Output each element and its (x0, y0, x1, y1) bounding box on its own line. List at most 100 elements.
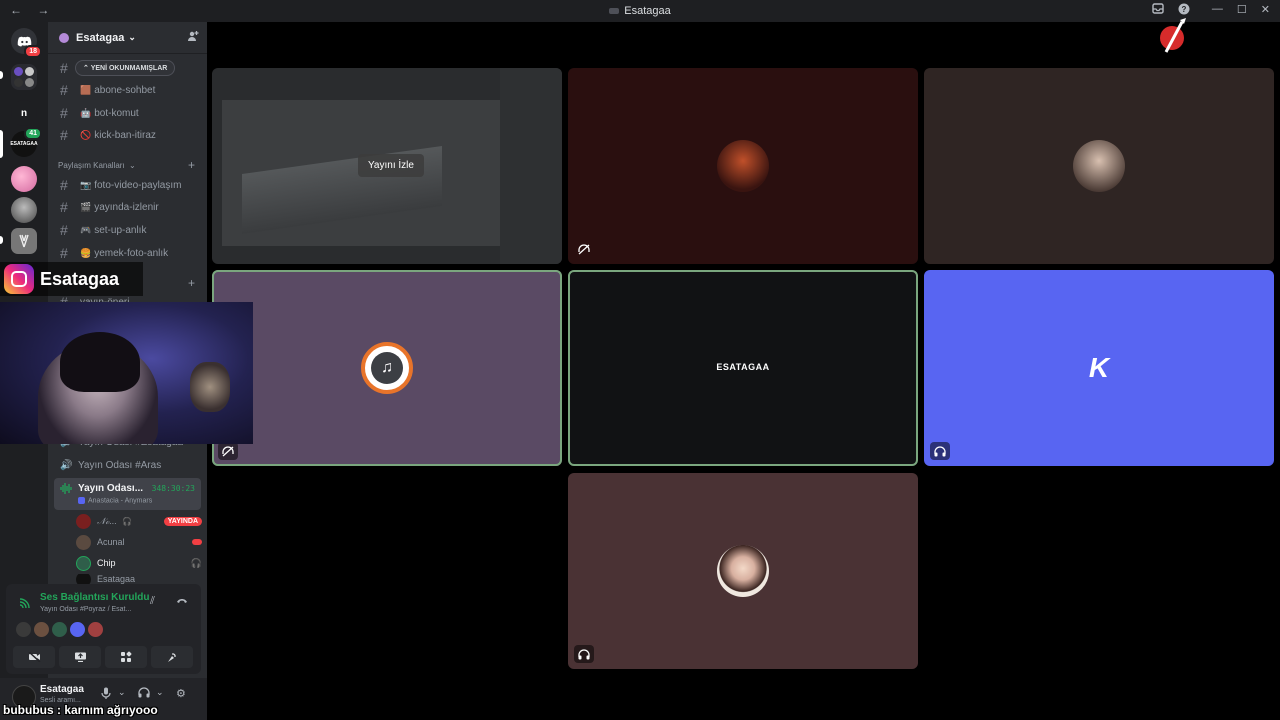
participant-tile[interactable] (924, 68, 1274, 264)
unread-pill-indicator (0, 236, 3, 244)
voice-channel-name: Yayın Odası... (78, 483, 144, 494)
avatar[interactable] (16, 622, 31, 637)
category-share-channels[interactable]: Paylaşım Kanalları ⌄ (58, 161, 136, 170)
voice-channel-aras[interactable]: 🔊 Yayın Odası #Aras (54, 455, 202, 475)
channel-name: set-up-anlık (94, 224, 147, 236)
window-title-text: Esatagaa (624, 5, 671, 17)
selected-server-indicator (0, 130, 3, 158)
chevron-down-icon[interactable]: ⌄ (118, 687, 126, 698)
disconnect-icon[interactable] (176, 595, 188, 607)
active-voice-channel[interactable]: Yayın Odası... 348:30:23 Anastacia - Any… (54, 478, 201, 510)
voice-count-badge: 41 (24, 127, 42, 140)
hashtag-icon: # (60, 199, 68, 215)
channel-emoji: 📷 (80, 179, 92, 190)
soundboard-button[interactable] (151, 646, 193, 668)
maximize-button[interactable]: ☐ (1237, 3, 1247, 16)
server-n-icon: n (20, 107, 28, 119)
category-name: Paylaşım Kanalları (58, 161, 125, 170)
headphones-icon[interactable] (138, 687, 150, 701)
noise-suppression-icon[interactable]: ⫽ (150, 595, 155, 608)
avatar[interactable] (88, 622, 103, 637)
voice-participants (16, 622, 103, 637)
channel-emoji: 🟫 (80, 84, 92, 95)
invite-people-icon[interactable] (187, 30, 199, 45)
chevron-up-icon: ⌃ (83, 65, 89, 72)
voice-activity-status: Anastacia - Anymars (78, 497, 152, 504)
voice-user[interactable]: Esatagaa (76, 574, 202, 584)
channel-name: yemek-foto-anlık (94, 247, 169, 259)
avatar[interactable] (70, 622, 85, 637)
hashtag-icon: # (60, 127, 68, 143)
channel-yemek-foto[interactable]: # 🍔 yemek-foto-anlık (54, 243, 202, 263)
voice-channel-name: Yayın Odası #Aras (78, 459, 162, 471)
channel-emoji: 🍔 (80, 247, 92, 258)
server-header[interactable]: Esatagaa ⌄ (48, 22, 207, 54)
channel-name: foto-video-paylaşım (94, 179, 182, 191)
voice-status[interactable]: Ses Bağlantısı Kuruldu (40, 592, 149, 603)
server-n[interactable]: n (11, 100, 37, 126)
discord-home-button[interactable]: 18 (11, 28, 42, 58)
signal-strength-icon[interactable] (19, 597, 31, 612)
settings-gear-icon[interactable]: ⚙ (176, 687, 186, 700)
channel-abone-sohbet[interactable]: # 🟫 abone-sohbet (54, 80, 202, 100)
participant-name-logo: ESATAGAA (716, 362, 770, 372)
screen-share-icon (74, 652, 86, 662)
avatar[interactable] (34, 622, 49, 637)
microphone-icon[interactable] (101, 687, 111, 702)
activities-icon (121, 651, 132, 662)
username[interactable]: Esatagaa (40, 684, 84, 695)
svg-text:?: ? (1182, 5, 1187, 14)
channel-foto-video[interactable]: # 📷 foto-video-paylaşım (54, 175, 202, 195)
live-indicator-icon (192, 539, 202, 545)
brand-logo (1160, 18, 1186, 53)
avatar[interactable] (52, 622, 67, 637)
server-anime-icon[interactable] (11, 166, 37, 192)
new-unreads-pill[interactable]: ⌃ YENİ OKUNMAMIŞLAR (75, 60, 176, 76)
hashtag-icon: # (60, 60, 68, 76)
voice-user[interactable]: Acunal (76, 532, 202, 552)
chat-overlay-message: bububus : karnım ağrıyooo (3, 703, 158, 717)
watch-stream-button[interactable]: Yayını İzle (358, 154, 424, 177)
server-esatagaa[interactable]: ESATAGAA 41 (10, 127, 42, 157)
voice-elapsed-time: 348:30:23 (151, 484, 195, 493)
hashtag-icon: # (60, 105, 68, 121)
channel-yayinda-izlenir[interactable]: # 🎬 yayında-izlenir (54, 197, 202, 217)
server-x-glyph (19, 234, 29, 248)
voice-channel-path[interactable]: Yayın Odası #Poyraz / Esat... (40, 606, 131, 613)
channel-bot-komut[interactable]: # 🤖 bot-komut (54, 103, 202, 123)
create-channel-icon[interactable]: + (188, 276, 195, 290)
channel-emoji: 🎮 (80, 224, 92, 235)
voice-user[interactable]: 𝒩ℴ... 🎧 YAYINDA (76, 511, 202, 531)
participant-tile[interactable]: ♫ (212, 270, 562, 466)
participant-tile[interactable] (568, 68, 918, 264)
create-channel-icon[interactable]: + (188, 158, 195, 172)
stream-tile[interactable]: Yayını İzle (212, 68, 562, 264)
title-bar: ← → Esatagaa ? — ☐ ✕ (0, 0, 1280, 22)
camera-toggle-button[interactable] (13, 646, 55, 668)
mention-badge: 18 (24, 45, 42, 58)
k-logo: K (1088, 352, 1110, 383)
channel-kick-ban-itiraz[interactable]: # 🚫 kick-ban-itiraz (54, 125, 202, 145)
activities-button[interactable] (105, 646, 147, 668)
voice-user-name: Acunal (97, 537, 125, 547)
voice-user[interactable]: Chip 🎧 (76, 553, 202, 573)
instagram-overlay: Esatagaa (0, 262, 143, 296)
minimize-button[interactable]: — (1212, 3, 1223, 16)
participant-tile[interactable]: K (924, 270, 1274, 466)
voice-connection-panel: Ses Bağlantısı Kuruldu Yayın Odası #Poyr… (6, 584, 201, 674)
server-character-icon[interactable] (11, 197, 37, 223)
server-x-icon[interactable] (11, 228, 37, 254)
hashtag-icon: # (60, 245, 68, 261)
channel-set-up-anlik[interactable]: # 🎮 set-up-anlık (54, 220, 202, 240)
unread-pill-indicator (0, 71, 3, 79)
server-group-folder[interactable] (11, 64, 37, 90)
channel-name: kick-ban-itiraz (94, 129, 156, 141)
instagram-handle: Esatagaa (40, 268, 120, 289)
screen-share-button[interactable] (59, 646, 101, 668)
participant-tile[interactable] (568, 473, 918, 669)
instagram-icon (4, 264, 34, 294)
chevron-down-icon[interactable]: ⌄ (156, 687, 164, 698)
participant-tile[interactable]: ESATAGAA (568, 270, 918, 466)
channel-name: abone-sohbet (94, 84, 156, 96)
close-button[interactable]: ✕ (1261, 3, 1270, 16)
